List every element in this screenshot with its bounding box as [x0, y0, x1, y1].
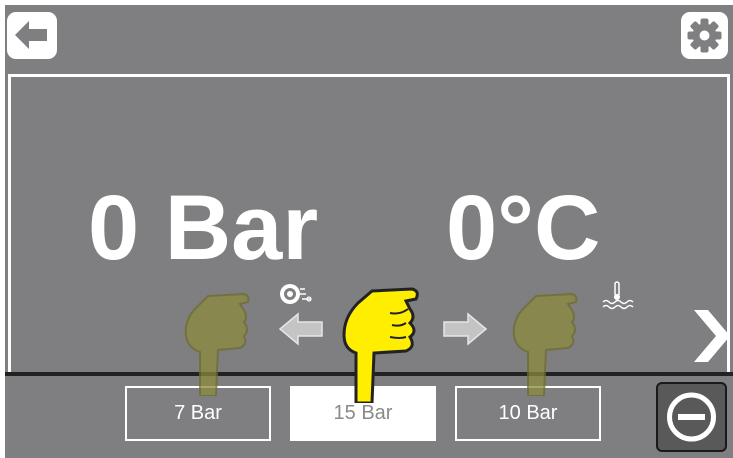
- hand-pointer-icon-left: [184, 292, 250, 396]
- gear-icon: [687, 18, 722, 53]
- hand-pointer-icon-active: [342, 287, 419, 403]
- compressor-air-icon: [280, 284, 312, 304]
- arrow-left-icon: [15, 21, 47, 49]
- back-button[interactable]: [7, 12, 57, 59]
- decrease-arrow-icon[interactable]: [278, 312, 324, 346]
- chevron-right-icon[interactable]: [690, 308, 732, 364]
- increase-arrow-icon[interactable]: [442, 312, 488, 346]
- pressure-readout: 0 Bar: [88, 177, 319, 279]
- temperature-readout: 0°C: [446, 177, 601, 279]
- minus-circle-icon: [667, 392, 716, 442]
- water-temperature-icon: [602, 281, 634, 310]
- stop-button[interactable]: [656, 382, 727, 452]
- settings-button[interactable]: [681, 12, 728, 59]
- hand-pointer-icon-right: [512, 292, 578, 396]
